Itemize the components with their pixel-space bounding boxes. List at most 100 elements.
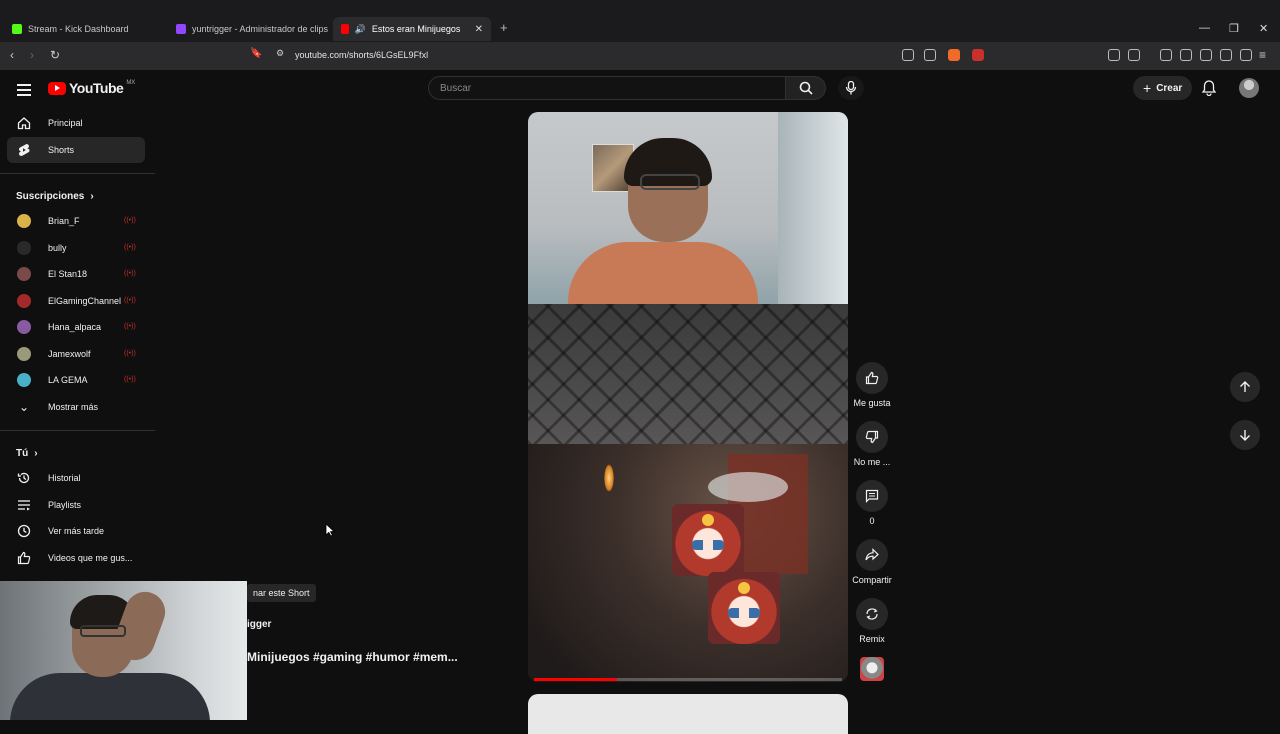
subscription-label: El Stan18	[48, 269, 88, 280]
subscription-label: Jamexwolf	[48, 348, 91, 359]
sidebar-item-liked-videos[interactable]: Videos que me gus...	[0, 545, 155, 572]
notifications-button[interactable]	[1201, 80, 1217, 101]
tab-title: Estos eran Minijuegos #gami	[371, 24, 461, 34]
minimize-button[interactable]: —	[1199, 22, 1210, 34]
sidebar-item-label: Shorts	[48, 144, 75, 155]
sidebar-item-shorts[interactable]: Shorts	[7, 136, 145, 163]
next-short-button[interactable]	[1230, 420, 1260, 450]
new-tab-button[interactable]: +	[500, 20, 508, 35]
sidebar-item-history[interactable]: Historial	[0, 465, 155, 492]
audio-icon: 🔊	[354, 23, 366, 34]
share-button[interactable]: Compartir	[850, 539, 894, 585]
url-text[interactable]: youtube.com/shorts/6LGsEL9Ffxl	[295, 50, 428, 60]
section-title: Suscripciones	[16, 190, 85, 202]
reload-icon[interactable]: ↻	[50, 48, 60, 62]
short-chip[interactable]: nar este Short	[247, 584, 316, 602]
create-label: Crear	[1156, 82, 1183, 94]
back-icon[interactable]: ‹	[10, 48, 14, 62]
subscription-item[interactable]: Hana_alpaca ((•))	[0, 314, 155, 341]
show-more-button[interactable]: ⌄ Mostrar más	[0, 394, 155, 421]
previous-short-button[interactable]	[1230, 372, 1260, 402]
subscription-item[interactable]: Jamexwolf ((•))	[0, 341, 155, 368]
wallet-icon[interactable]	[1200, 49, 1212, 61]
dislike-button[interactable]: No me ...	[850, 421, 894, 467]
sidebar-item-watch-later[interactable]: Ver más tarde	[0, 518, 155, 545]
live-icon: ((•))	[124, 323, 136, 330]
sound-avatar[interactable]	[860, 657, 884, 681]
subscription-item[interactable]: bully ((•))	[0, 235, 155, 262]
vpn-icon[interactable]	[1240, 49, 1252, 61]
region-code: MX	[126, 80, 136, 86]
subscription-item[interactable]: Brian_F ((•))	[0, 208, 155, 235]
short-title: Minijuegos #gaming #humor #mem...	[247, 650, 458, 664]
bookmark-icon[interactable]: 🔖	[250, 48, 262, 59]
share-label: Compartir	[852, 575, 892, 585]
sidebar-item-label: Videos que me gus...	[48, 552, 133, 563]
youtube-play-icon	[48, 81, 66, 95]
brave-shield-icon[interactable]	[948, 49, 960, 61]
sidebar-toggle-icon[interactable]	[1180, 49, 1192, 61]
search-box[interactable]	[428, 76, 786, 100]
subscription-item[interactable]: El Stan18 ((•))	[0, 261, 155, 288]
maximize-button[interactable]: ❐	[1229, 22, 1239, 35]
like-button[interactable]: Me gusta	[850, 362, 894, 408]
comment-icon	[865, 489, 879, 503]
channel-avatar	[17, 373, 31, 387]
kick-icon	[12, 24, 22, 34]
extension-icon[interactable]	[1108, 49, 1120, 61]
youtube-logo[interactable]: YouTube MX	[48, 80, 135, 96]
account-avatar[interactable]	[1239, 78, 1259, 98]
subscription-item[interactable]: LA GEMA ((•))	[0, 367, 155, 394]
share-page-icon[interactable]	[924, 49, 936, 61]
tab-kick[interactable]: Stream - Kick Dashboard	[4, 17, 137, 41]
subscription-label: LA GEMA	[48, 375, 88, 386]
voice-search-button[interactable]	[838, 76, 864, 100]
channel-name[interactable]: igger	[247, 619, 271, 630]
media-icon[interactable]	[1160, 49, 1172, 61]
playlist-icon	[18, 499, 30, 510]
history-icon	[17, 472, 30, 484]
menu-icon[interactable]: ≡	[1259, 48, 1266, 62]
arrow-down-icon	[1240, 430, 1250, 441]
sidebar-item-label: Ver más tarde	[48, 526, 105, 537]
close-tab-icon[interactable]: ✕	[475, 24, 483, 35]
torch-image	[604, 464, 614, 492]
logo-text: YouTube	[69, 80, 124, 96]
search-button[interactable]	[786, 76, 826, 100]
dislike-label: No me ...	[853, 457, 891, 467]
site-info-icon[interactable]: ⚙	[276, 48, 284, 59]
short-video-player[interactable]	[528, 112, 848, 682]
leo-icon[interactable]	[1220, 49, 1232, 61]
subscriptions-header[interactable]: Suscripciones ›	[0, 184, 155, 208]
menu-icon[interactable]	[17, 84, 31, 99]
you-header[interactable]: Tú ›	[0, 441, 155, 465]
brave-rewards-icon[interactable]	[972, 49, 984, 61]
tab-youtube[interactable]: 🔊 Estos eran Minijuegos #gami ✕	[333, 17, 491, 41]
clock-icon	[17, 524, 31, 538]
comments-button[interactable]: 0	[850, 480, 894, 526]
show-more-label: Mostrar más	[48, 401, 99, 412]
cast-icon[interactable]	[902, 49, 914, 61]
chevron-down-icon: ⌄	[18, 399, 30, 414]
create-button[interactable]: + Crear	[1133, 76, 1193, 100]
search-icon	[799, 81, 813, 95]
tab-twitch[interactable]: yuntrigger - Administrador de clips	[168, 17, 336, 41]
subscription-label: bully	[48, 242, 67, 253]
channel-avatar	[17, 267, 31, 281]
sidebar-item-principal[interactable]: Principal	[0, 110, 155, 137]
next-short-preview[interactable]	[528, 694, 848, 734]
streamer-webcam-overlay	[0, 581, 247, 720]
twitch-icon	[176, 24, 186, 34]
like-label: Me gusta	[853, 398, 891, 408]
sidebar-item-playlists[interactable]: Playlists	[0, 492, 155, 519]
extension-icon[interactable]	[1128, 49, 1140, 61]
search-input[interactable]	[429, 77, 785, 99]
mouse-cursor-icon	[325, 523, 335, 537]
sidebar-item-label: Principal	[48, 118, 83, 129]
close-window-button[interactable]: ✕	[1259, 22, 1268, 35]
sidebar-item-label: Playlists	[48, 499, 82, 510]
video-progress-bar[interactable]	[534, 678, 842, 681]
remix-button[interactable]: Remix	[850, 598, 894, 644]
forward-icon[interactable]: ›	[30, 48, 34, 62]
subscription-item[interactable]: ElGamingChannel ((•))	[0, 288, 155, 315]
